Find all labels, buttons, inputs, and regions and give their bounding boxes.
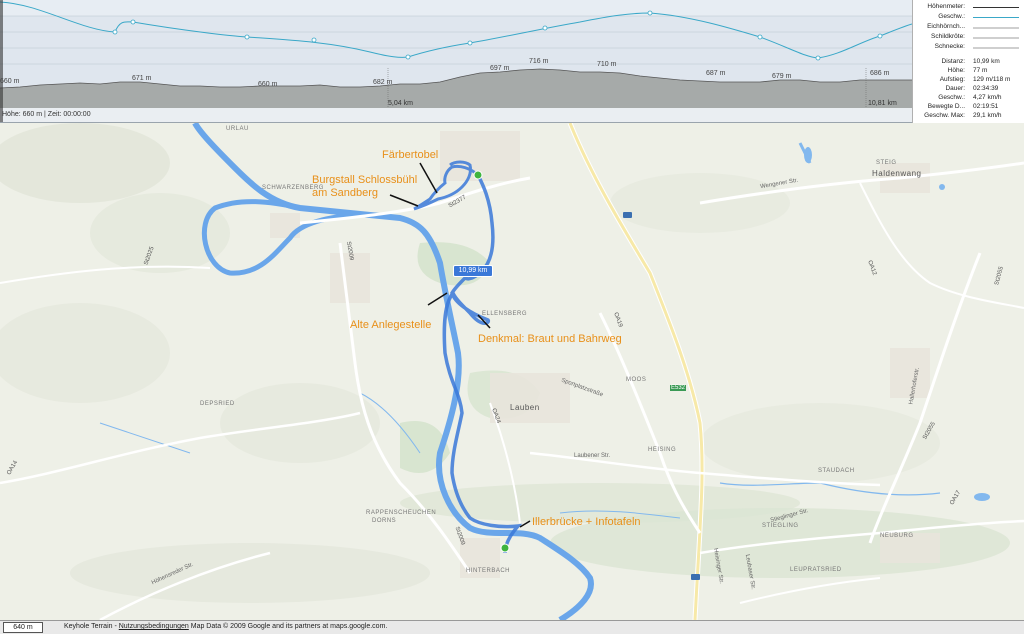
legend-row-snail[interactable]: Schnecke: [915, 43, 1021, 52]
profile-graph [0, 0, 912, 122]
legend-row-squirrel[interactable]: Eichhörnch... [915, 23, 1021, 32]
altitude-label: 716 m [529, 58, 549, 65]
place-moos: MOOS [626, 377, 647, 383]
stat-height: Höhe: 77 m [947, 67, 988, 74]
place-heising: HEISING [648, 447, 677, 453]
profile-status: Höhe: 660 m | Zeit: 00:00:00 [2, 111, 91, 118]
stat-distance: Distanz: 10,99 km [941, 58, 1000, 65]
place-lauben: Lauben [510, 403, 540, 412]
legend-label: Schnecke: [934, 43, 965, 50]
end-marker [500, 543, 510, 553]
highway-sign [623, 212, 632, 218]
legend-swatch [973, 47, 1019, 49]
legend-label: Schildkröte: [931, 33, 965, 40]
legend-label: Höhenmeter: [927, 3, 965, 10]
distance-label: 10,81 km [868, 100, 897, 107]
altitude-label: 687 m [706, 70, 726, 77]
place-haldenwang: Haldenwang [872, 169, 922, 178]
legend-row-turtle[interactable]: Schildkröte: [915, 33, 1021, 42]
altitude-label: 697 m [490, 65, 510, 72]
legend-swatch [973, 37, 1019, 39]
highway-sign [691, 574, 700, 580]
street-laubener: Laubener Str. [574, 453, 611, 459]
annotation-illerbruecke: Illerbrücke + Infotafeln [532, 516, 641, 528]
altitude-label: 660 m [258, 81, 278, 88]
place-neuburg: NEUBURG [880, 533, 914, 539]
legend-row-elevation[interactable]: Höhenmeter: [915, 3, 1021, 12]
stat-duration: Dauer: 02:34:39 [945, 85, 999, 92]
altitude-label: 660 m [0, 78, 20, 85]
legend-swatch [973, 27, 1019, 29]
map-credit: Keyhole Terrain - Nutzungsbedingungen Ma… [64, 623, 388, 630]
altitude-label: 682 m [373, 79, 393, 86]
road-number: E532 [670, 385, 687, 391]
annotation-anlegestelle: Alte Anlegestelle [350, 319, 432, 331]
annotation-burgstall-line2: am Sandberg [312, 187, 379, 199]
map-footer: 640 m Keyhole Terrain - Nutzungsbedingun… [0, 620, 1024, 634]
place-hinterbach: HINTERBACH [466, 568, 511, 574]
annotation-denkmal: Denkmal: Braut und Bahrweg [478, 333, 622, 345]
place-steig: STEIG [876, 160, 897, 166]
legend-row-speed[interactable]: Geschw.: [915, 13, 1021, 22]
place-depsried: DEPSRIED [200, 401, 235, 407]
place-ellensberg: ELLENSBERG [482, 311, 528, 317]
stat-max-speed: Geschw. Max: 29,1 km/h [924, 112, 1002, 119]
map-canvas[interactable] [0, 123, 1024, 620]
place-dorns: DORNS [372, 518, 397, 524]
annotation-burgstall-line1: Burgstall Schlossbühl [312, 174, 418, 186]
altitude-label: 679 m [772, 73, 792, 80]
place-rappenscheuchen-label: RAPPENSCHEUCHEN [366, 510, 437, 516]
place-staudach: STAUDACH [818, 468, 855, 474]
legend-label: Geschw.: [938, 13, 965, 20]
stats-panel: Höhenmeter: Geschw.: Eichhörnch... Schil… [912, 0, 1024, 125]
map-view[interactable]: Haldenwang Lauben HINTERBACH HEISING MOO… [0, 123, 1024, 620]
terms-link[interactable]: Nutzungsbedingungen [119, 623, 189, 630]
altitude-label: 671 m [132, 75, 152, 82]
legend-swatch [973, 17, 1019, 18]
scale-bar: 640 m [3, 622, 43, 633]
altitude-label: 710 m [597, 61, 617, 68]
stat-ascent: Aufstieg: 129 m/118 m [939, 76, 1011, 83]
altitude-label: 686 m [870, 70, 890, 77]
annotation-faerbertobel: Färbertobel [382, 149, 439, 161]
route-distance-badge: 10,99 km [453, 265, 493, 277]
stat-moving-duration: Bewegte D... 02:19:51 [927, 103, 999, 110]
stat-speed: Geschw.: 4,27 km/h [938, 94, 1002, 101]
place-urlau: URLAU [226, 126, 249, 132]
place-leupratsried: LEUPRATSRIED [790, 567, 842, 573]
elevation-profile[interactable]: 660 m 671 m 660 m 682 m 697 m 716 m 710 … [0, 0, 912, 123]
start-marker [473, 170, 483, 180]
distance-label: 5,04 km [388, 100, 413, 107]
legend-swatch [973, 7, 1019, 8]
place-stiegling: STIEGLING [762, 523, 799, 529]
legend-label: Eichhörnch... [927, 23, 965, 30]
